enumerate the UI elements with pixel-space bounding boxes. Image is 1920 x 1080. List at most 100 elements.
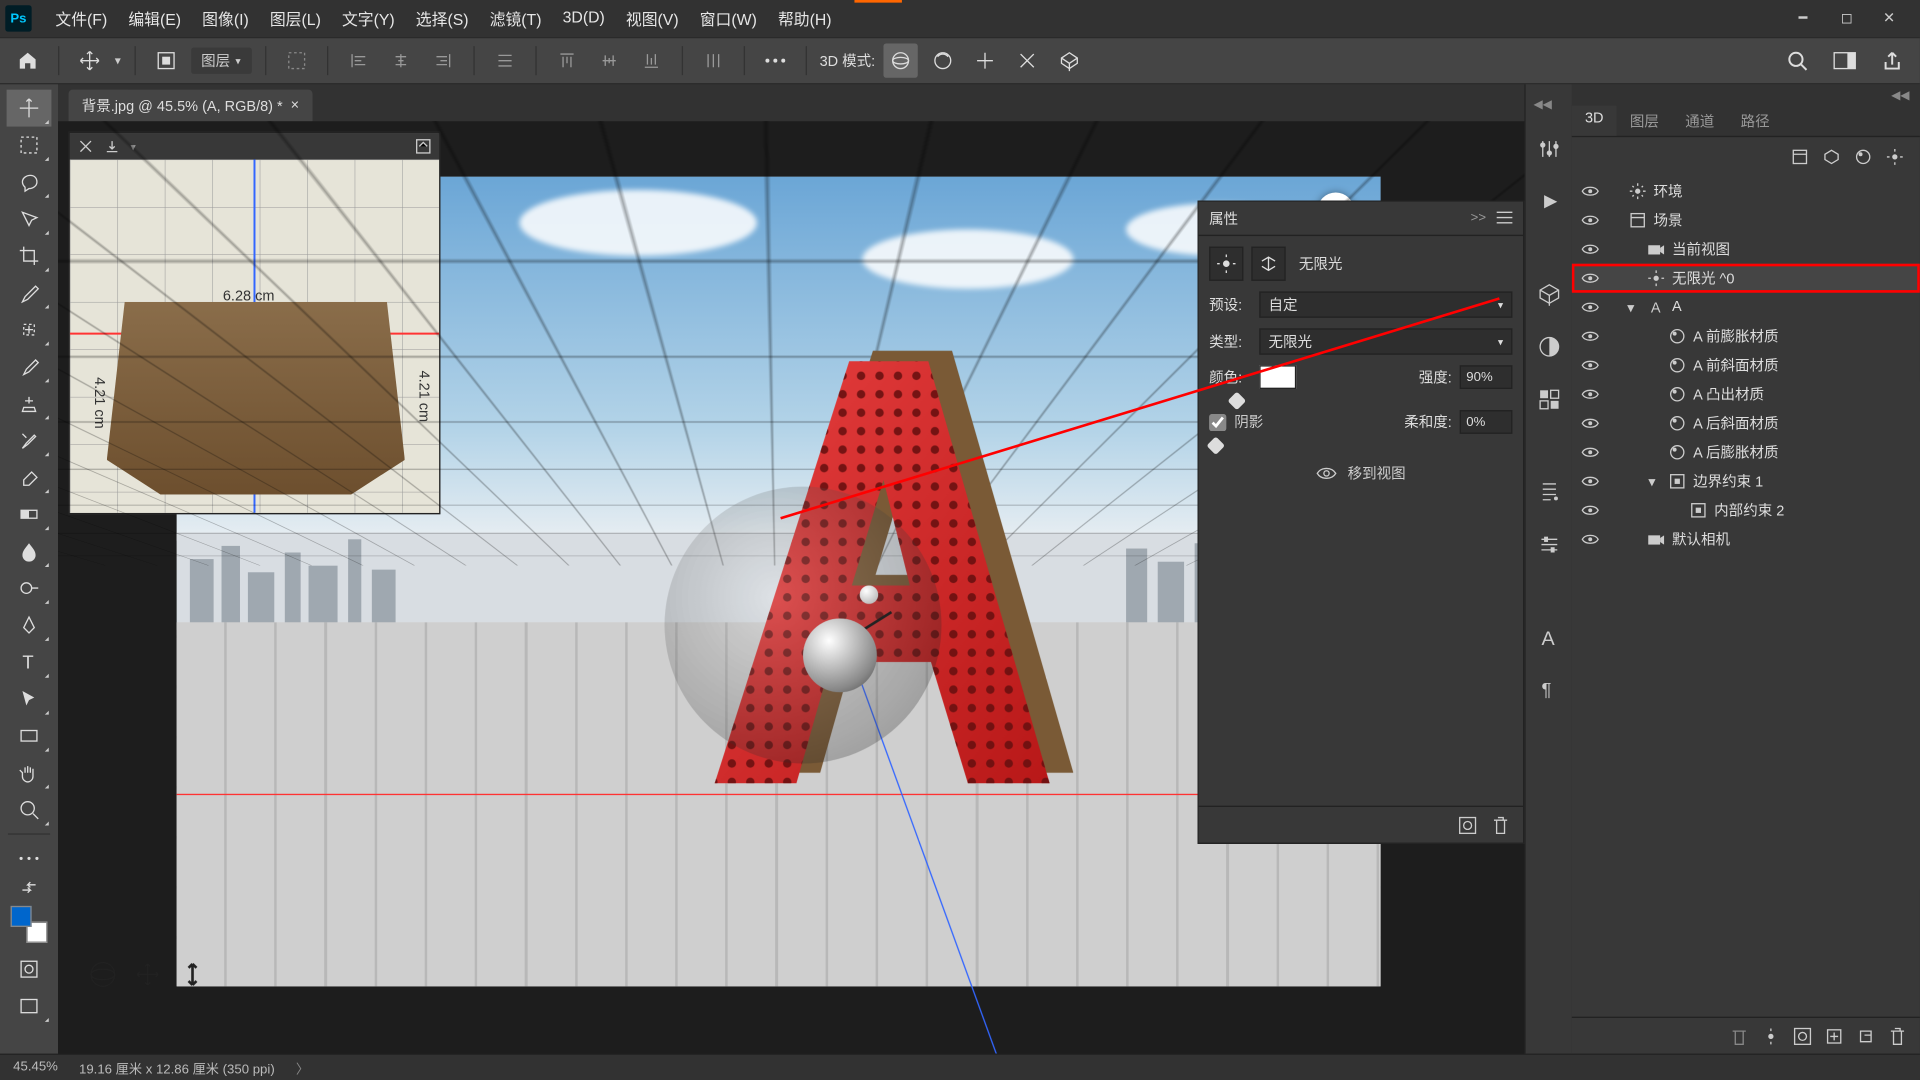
align-right-icon[interactable] — [425, 44, 459, 78]
move-tool[interactable] — [7, 90, 52, 127]
share-icon[interactable] — [1875, 44, 1909, 78]
eraser-tool[interactable] — [7, 459, 52, 496]
eyedropper-tool[interactable] — [7, 274, 52, 311]
light-type-icon[interactable] — [1209, 247, 1243, 281]
quick-select-tool[interactable] — [7, 200, 52, 237]
color-panel-icon[interactable] — [1533, 331, 1565, 363]
type-tool[interactable]: T — [7, 643, 52, 680]
visibility-toggle[interactable] — [1580, 210, 1601, 231]
light-sphere[interactable] — [803, 618, 877, 692]
gradient-tool[interactable] — [7, 496, 52, 533]
visibility-toggle[interactable] — [1580, 326, 1601, 347]
panel-expand-icon[interactable] — [415, 138, 431, 154]
document-tab[interactable]: 背景.jpg @ 45.5% (A, RGB/8) * × — [69, 90, 313, 122]
character-panel-icon[interactable]: A — [1533, 621, 1565, 653]
clone-stamp-tool[interactable] — [7, 385, 52, 422]
paragraph-panel-icon[interactable]: ¶ — [1533, 674, 1565, 706]
orbit-nav-icon[interactable] — [87, 959, 119, 991]
tree-row-A 后斜面材质[interactable]: A 后斜面材质 — [1572, 409, 1920, 438]
distribute-v-icon[interactable] — [696, 44, 730, 78]
panel-tab-路径[interactable]: 路径 — [1727, 105, 1782, 135]
status-flyout-icon[interactable]: 〉 — [296, 1058, 309, 1078]
history-brush-tool[interactable] — [7, 422, 52, 459]
quick-mask-icon[interactable] — [7, 951, 52, 988]
marquee-tool[interactable] — [7, 127, 52, 164]
tree-row-当前视图[interactable]: 当前视图 — [1572, 235, 1920, 264]
3d-roll-icon[interactable] — [925, 44, 959, 78]
shadow-checkbox[interactable]: 阴影 — [1209, 411, 1263, 432]
edit-toolbar-icon[interactable] — [7, 840, 52, 877]
menu-文件(F)[interactable]: 文件(F) — [45, 7, 118, 29]
menu-视图(V)[interactable]: 视图(V) — [615, 7, 689, 29]
menu-图像(I)[interactable]: 图像(I) — [192, 7, 260, 29]
properties-header[interactable]: 属性 >> — [1199, 202, 1523, 236]
panels-expand-row[interactable]: ◀◀ — [1572, 84, 1920, 105]
settings-panel-icon[interactable] — [1533, 529, 1565, 561]
dolly-nav-icon[interactable] — [177, 959, 209, 991]
screen-mode-icon[interactable] — [7, 988, 52, 1025]
tree-row-A 前斜面材质[interactable]: A 前斜面材质 — [1572, 351, 1920, 380]
footer-render-icon[interactable] — [1793, 1027, 1811, 1045]
align-left-icon[interactable] — [341, 44, 375, 78]
menu-图层(L)[interactable]: 图层(L) — [259, 7, 331, 29]
lasso-tool[interactable] — [7, 164, 52, 201]
delete-icon[interactable] — [1491, 814, 1509, 835]
align-top-icon[interactable] — [549, 44, 583, 78]
light-coords-icon[interactable] — [1251, 247, 1285, 281]
play-panel-icon[interactable] — [1533, 186, 1565, 218]
tree-row-无限光 ^0[interactable]: 无限光 ^0 — [1572, 264, 1920, 293]
hand-tool[interactable] — [7, 754, 52, 791]
menu-3D(D)[interactable]: 3D(D) — [552, 7, 615, 29]
swatches-panel-icon[interactable] — [1533, 384, 1565, 416]
distribute-icon[interactable] — [487, 44, 521, 78]
footer-delete-icon[interactable] — [1730, 1025, 1748, 1046]
tree-row-内部约束 2[interactable]: 内部约束 2 — [1572, 496, 1920, 525]
secondary-view-body[interactable]: 6.28 cm 4.21 cm 4.21 cm — [70, 160, 439, 513]
3d-pan-icon[interactable] — [968, 44, 1002, 78]
spot-heal-tool[interactable] — [7, 311, 52, 348]
crop-tool[interactable] — [7, 237, 52, 274]
visibility-toggle[interactable] — [1580, 268, 1601, 289]
tree-row-A 后膨胀材质[interactable]: A 后膨胀材质 — [1572, 438, 1920, 467]
3d-axis-widget[interactable] — [87, 959, 208, 991]
panel-tab-图层[interactable]: 图层 — [1617, 105, 1672, 135]
filter-mesh-icon[interactable] — [1822, 148, 1840, 166]
panel-tab-3D[interactable]: 3D — [1572, 105, 1617, 135]
visibility-toggle[interactable] — [1580, 355, 1601, 376]
visibility-toggle[interactable] — [1580, 471, 1601, 492]
auto-select-icon[interactable] — [148, 44, 182, 78]
filter-scene-icon[interactable] — [1791, 148, 1809, 166]
layer-dropdown[interactable]: 图层▾ — [191, 47, 252, 73]
visibility-toggle[interactable] — [1580, 413, 1601, 434]
align-center-h-icon[interactable] — [383, 44, 417, 78]
dodge-tool[interactable] — [7, 570, 52, 607]
3d-scale-icon[interactable] — [1052, 44, 1086, 78]
menu-编辑(E)[interactable]: 编辑(E) — [118, 7, 192, 29]
close-button[interactable]: ✕ — [1883, 9, 1901, 27]
light-handle[interactable] — [860, 585, 878, 603]
panel-tab-通道[interactable]: 通道 — [1672, 105, 1727, 135]
foreground-color[interactable] — [11, 906, 32, 927]
adjustments-panel-icon[interactable] — [1533, 133, 1565, 165]
intensity-value[interactable]: 90% — [1460, 365, 1513, 389]
close-panel-icon[interactable] — [78, 138, 94, 154]
blur-tool[interactable] — [7, 533, 52, 570]
secondary-view-header[interactable]: ▾ — [70, 133, 439, 159]
zoom-level[interactable]: 45.45% — [13, 1060, 58, 1075]
color-swatches[interactable] — [11, 906, 48, 943]
render-icon[interactable] — [1457, 814, 1478, 835]
visibility-toggle[interactable] — [1580, 239, 1601, 260]
tree-row-场景[interactable]: 场景 — [1572, 206, 1920, 235]
transform-controls-icon[interactable] — [279, 44, 313, 78]
tree-row-默认相机[interactable]: 默认相机 — [1572, 525, 1920, 554]
expand-strip-icon[interactable]: ◀◀ — [1534, 98, 1552, 113]
panel-cube-icon[interactable] — [1533, 278, 1565, 310]
tree-row-A 凸出材质[interactable]: A 凸出材质 — [1572, 380, 1920, 409]
menu-文字(Y)[interactable]: 文字(Y) — [331, 7, 405, 29]
brush-tool[interactable] — [7, 348, 52, 385]
tree-row-边界约束 1[interactable]: ▾边界约束 1 — [1572, 467, 1920, 496]
visibility-toggle[interactable] — [1580, 500, 1601, 521]
3d-slide-icon[interactable] — [1010, 44, 1044, 78]
menu-滤镜(T)[interactable]: 滤镜(T) — [479, 7, 552, 29]
panel-import-icon[interactable] — [104, 138, 120, 154]
